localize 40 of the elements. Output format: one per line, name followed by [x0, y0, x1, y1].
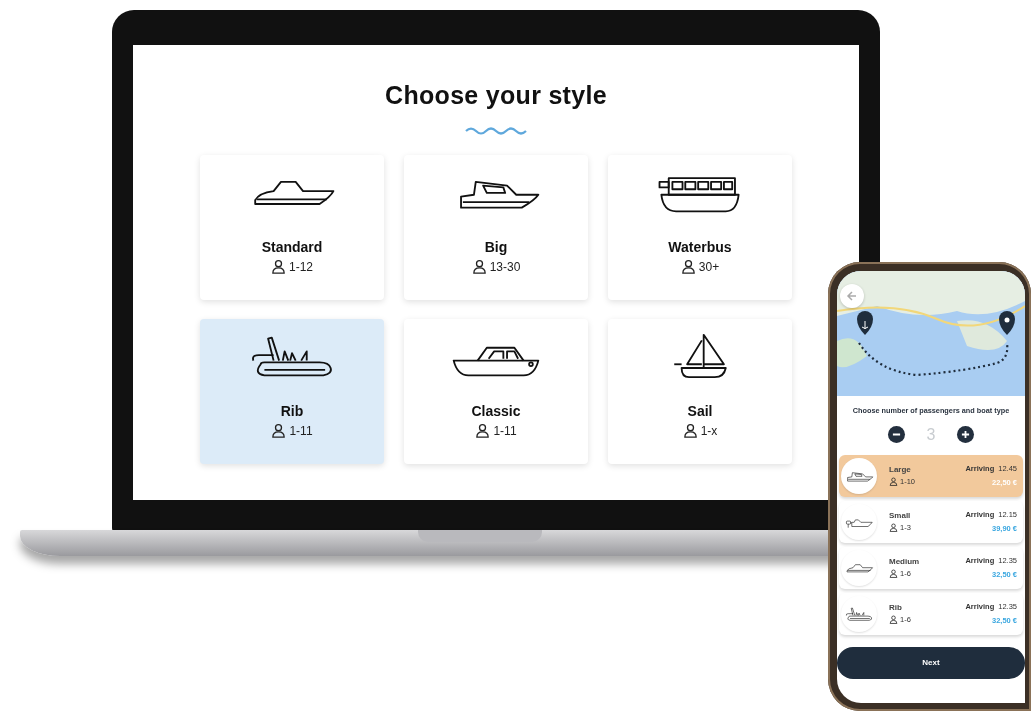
- style-name: Waterbus: [668, 237, 732, 257]
- boat-style-card[interactable]: Classic 1-11: [404, 318, 588, 464]
- boat-name: Large: [889, 464, 912, 477]
- boat-style-card[interactable]: Sail 1-x: [608, 318, 792, 464]
- person-icon: [682, 423, 698, 438]
- style-name: Sail: [687, 401, 713, 421]
- plus-icon: [961, 430, 971, 440]
- person-icon: [271, 259, 286, 274]
- capacity-text: 1-12: [289, 258, 313, 276]
- person-icon: [475, 423, 491, 438]
- boat-style-card[interactable]: Waterbus 30+: [608, 154, 792, 300]
- style-name: Classic: [471, 401, 521, 421]
- next-button[interactable]: Next: [837, 646, 1025, 679]
- boat-style-card[interactable]: Standard 1-12: [200, 154, 384, 300]
- capacity-text: 1-11: [493, 422, 517, 440]
- boat-name: Small: [889, 510, 912, 523]
- boat-name: Rib: [889, 602, 903, 615]
- person-icon: [680, 259, 696, 274]
- capacity-text: 13-30: [489, 258, 521, 276]
- person-icon: [271, 423, 287, 438]
- person-icon: [889, 569, 898, 579]
- page-title: Choose your style: [385, 80, 607, 111]
- person-icon: [471, 259, 487, 274]
- style-name: Standard: [261, 237, 323, 257]
- capacity-text: 30+: [698, 258, 720, 276]
- minus-button[interactable]: [887, 426, 905, 444]
- person-icon: [889, 477, 898, 487]
- boat-style-card[interactable]: Rib 1-11: [200, 318, 384, 464]
- capacity-text: 1-11: [289, 422, 313, 440]
- wave-icon: [464, 124, 528, 137]
- person-icon: [889, 523, 898, 533]
- plus-button[interactable]: [957, 426, 975, 444]
- back-arrow-icon: [846, 290, 858, 302]
- style-name: Big: [484, 237, 508, 257]
- style-name: Rib: [280, 401, 304, 421]
- capacity-text: 1-x: [700, 422, 718, 440]
- person-icon: [889, 615, 898, 625]
- boat-style-card[interactable]: Big 13-30: [404, 154, 588, 300]
- boat-icon: [844, 605, 874, 622]
- boat-name: Medium: [889, 556, 921, 569]
